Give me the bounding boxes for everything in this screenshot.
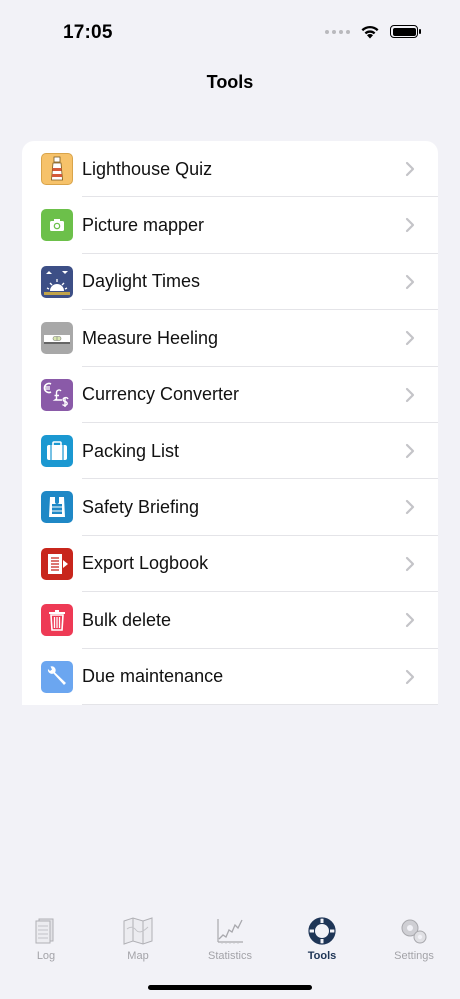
tab-map[interactable]: Map xyxy=(92,915,184,962)
tab-label: Map xyxy=(127,950,149,962)
tool-row-bulk-delete[interactable]: Bulk delete xyxy=(22,592,438,649)
tool-label: Safety Briefing xyxy=(82,497,200,518)
tab-label: Tools xyxy=(307,950,337,962)
wifi-icon xyxy=(361,25,379,39)
tool-row-packing-list[interactable]: Packing List xyxy=(22,423,438,480)
battery-icon xyxy=(390,25,421,38)
tool-row-daylight-times[interactable]: Daylight Times xyxy=(22,254,438,311)
gears-icon xyxy=(401,919,427,944)
row-divider xyxy=(82,703,438,705)
tool-row-currency-converter[interactable]: Currency Converter xyxy=(22,367,438,423)
tool-label: Export Logbook xyxy=(82,553,209,574)
tool-label: Bulk delete xyxy=(82,609,172,630)
tool-row-export-logbook[interactable]: Export Logbook xyxy=(22,536,438,593)
tool-label: Due maintenance xyxy=(82,666,224,687)
chevron-right-icon xyxy=(405,613,415,628)
cellular-signal-icon xyxy=(325,29,350,34)
lifejacket-icon xyxy=(41,491,73,524)
currency-icon xyxy=(41,378,73,411)
trash-icon xyxy=(41,604,73,637)
export-icon xyxy=(41,547,73,580)
tool-label: Daylight Times xyxy=(82,271,201,292)
status-icons xyxy=(325,24,421,39)
sunrise-icon xyxy=(41,265,73,298)
chevron-right-icon xyxy=(405,218,415,233)
tab-label: Log xyxy=(36,950,56,962)
tool-label: Measure Heeling xyxy=(82,327,219,348)
wrench-icon xyxy=(41,660,73,693)
status-time: 17:05 xyxy=(63,22,113,43)
lighthouse-icon xyxy=(41,153,73,185)
chart-icon xyxy=(217,919,243,944)
level-icon xyxy=(41,322,73,355)
lifebuoy-icon xyxy=(308,917,336,945)
tool-row-lighthouse-quiz[interactable]: Lighthouse Quiz xyxy=(22,141,438,198)
tab-label: Settings xyxy=(394,950,434,962)
tool-label: Picture mapper xyxy=(82,215,205,236)
tools-list: Lighthouse Quiz Picture mapper Daylight … xyxy=(22,141,438,705)
tool-row-due-maintenance[interactable]: Due maintenance xyxy=(22,649,438,705)
home-indicator[interactable] xyxy=(148,985,312,990)
chevron-right-icon xyxy=(405,274,415,289)
tool-row-measure-heeling[interactable]: Measure Heeling xyxy=(22,310,438,367)
tab-settings[interactable]: Settings xyxy=(368,915,460,962)
chevron-right-icon xyxy=(405,387,415,402)
tool-row-picture-mapper[interactable]: Picture mapper xyxy=(22,197,438,254)
chevron-right-icon xyxy=(405,556,415,571)
tool-label: Lighthouse Quiz xyxy=(82,158,213,179)
tool-label: Currency Converter xyxy=(82,384,240,405)
page-title: Tools xyxy=(206,72,254,92)
logbook-icon xyxy=(35,918,54,944)
tab-label: Statistics xyxy=(207,950,252,962)
chevron-right-icon xyxy=(405,500,415,515)
chevron-right-icon xyxy=(405,331,415,346)
chevron-right-icon xyxy=(405,669,415,684)
tool-row-safety-briefing[interactable]: Safety Briefing xyxy=(22,479,438,536)
chevron-right-icon xyxy=(405,443,415,459)
map-icon xyxy=(123,917,153,945)
suitcase-icon xyxy=(41,434,73,467)
tab-log[interactable]: Log xyxy=(0,915,92,962)
tool-label: Packing List xyxy=(82,440,180,461)
camera-icon xyxy=(41,209,73,242)
tab-statistics[interactable]: Statistics xyxy=(184,915,276,962)
status-bar: 17:05 xyxy=(0,0,460,60)
tab-tools[interactable]: Tools xyxy=(276,915,368,962)
chevron-right-icon xyxy=(405,161,415,177)
